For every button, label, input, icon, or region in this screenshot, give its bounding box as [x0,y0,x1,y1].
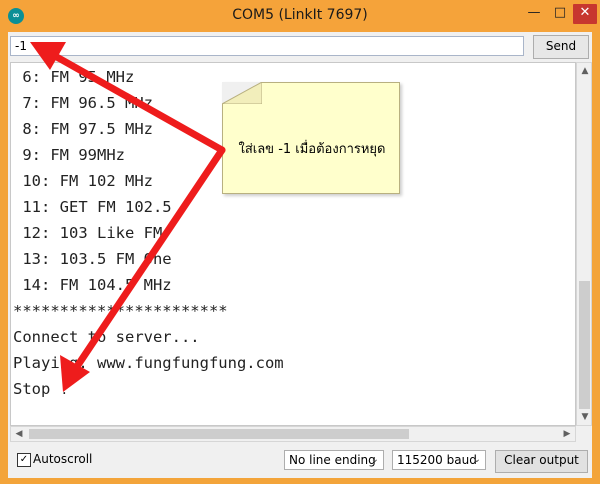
autoscroll-checkbox[interactable]: ✓ [17,453,31,467]
maximize-button[interactable]: □ [547,4,573,24]
chevron-up-icon[interactable]: ▲ [577,63,593,79]
serial-input[interactable]: -1 [10,36,524,56]
serial-monitor-window: ∞ COM5 (LinkIt 7697) — □ ✕ -1 Send 6: FM… [0,0,600,484]
note-fold-icon [222,82,262,104]
serial-output-line: 12: 103 Like FM [13,224,163,242]
serial-output-line: 14: FM 104.5 MHz [13,276,172,294]
send-button[interactable]: Send [533,35,589,59]
serial-output-line: 11: GET FM 102.5 [13,198,172,216]
scroll-corner [576,426,592,442]
minimize-button[interactable]: — [521,4,547,24]
serial-output-line: 13: 103.5 FM One [13,250,172,268]
serial-output-line: 9: FM 99MHz [13,146,125,164]
window-title: COM5 (LinkIt 7697) [232,7,368,23]
baud-value: 115200 baud [397,453,477,467]
serial-output-line: Stop ! [13,380,69,398]
chevron-left-icon[interactable]: ◀ [11,426,27,442]
serial-output-line: Connect to server... [13,328,200,346]
horizontal-scroll-thumb[interactable] [29,429,409,439]
chevron-down-icon: ⌄ [370,454,379,465]
serial-output-line: 10: FM 102 MHz [13,172,153,190]
chevron-down-icon: ⌄ [472,454,481,465]
serial-output-line: 7: FM 96.5 MHz [13,94,153,112]
serial-output-line: 8: FM 97.5 MHz [13,120,153,138]
chevron-down-icon[interactable]: ▼ [577,409,593,425]
vertical-scrollbar[interactable]: ▲ ▼ [576,62,592,426]
serial-output-line: Playing: www.fungfungfung.com [13,354,284,372]
autoscroll-label: Autoscroll [33,452,93,466]
line-ending-value: No line ending [289,453,376,467]
vertical-scroll-thumb[interactable] [579,281,590,409]
serial-output-line: 6: FM 95 MHz [13,68,135,86]
line-ending-select[interactable]: No line ending ⌄ [284,450,384,470]
serial-output-line: *********************** [13,302,228,320]
chevron-right-icon[interactable]: ▶ [559,426,575,442]
horizontal-scrollbar[interactable]: ◀ ▶ [10,426,576,442]
baud-select[interactable]: 115200 baud ⌄ [392,450,486,470]
title-bar[interactable]: ∞ COM5 (LinkIt 7697) — □ ✕ [0,0,600,32]
close-button[interactable]: ✕ [573,4,597,24]
clear-output-button[interactable]: Clear output [495,450,588,473]
annotation-note-text: ใส่เลข -1 เมื่อต้องการหยุด [238,142,386,157]
